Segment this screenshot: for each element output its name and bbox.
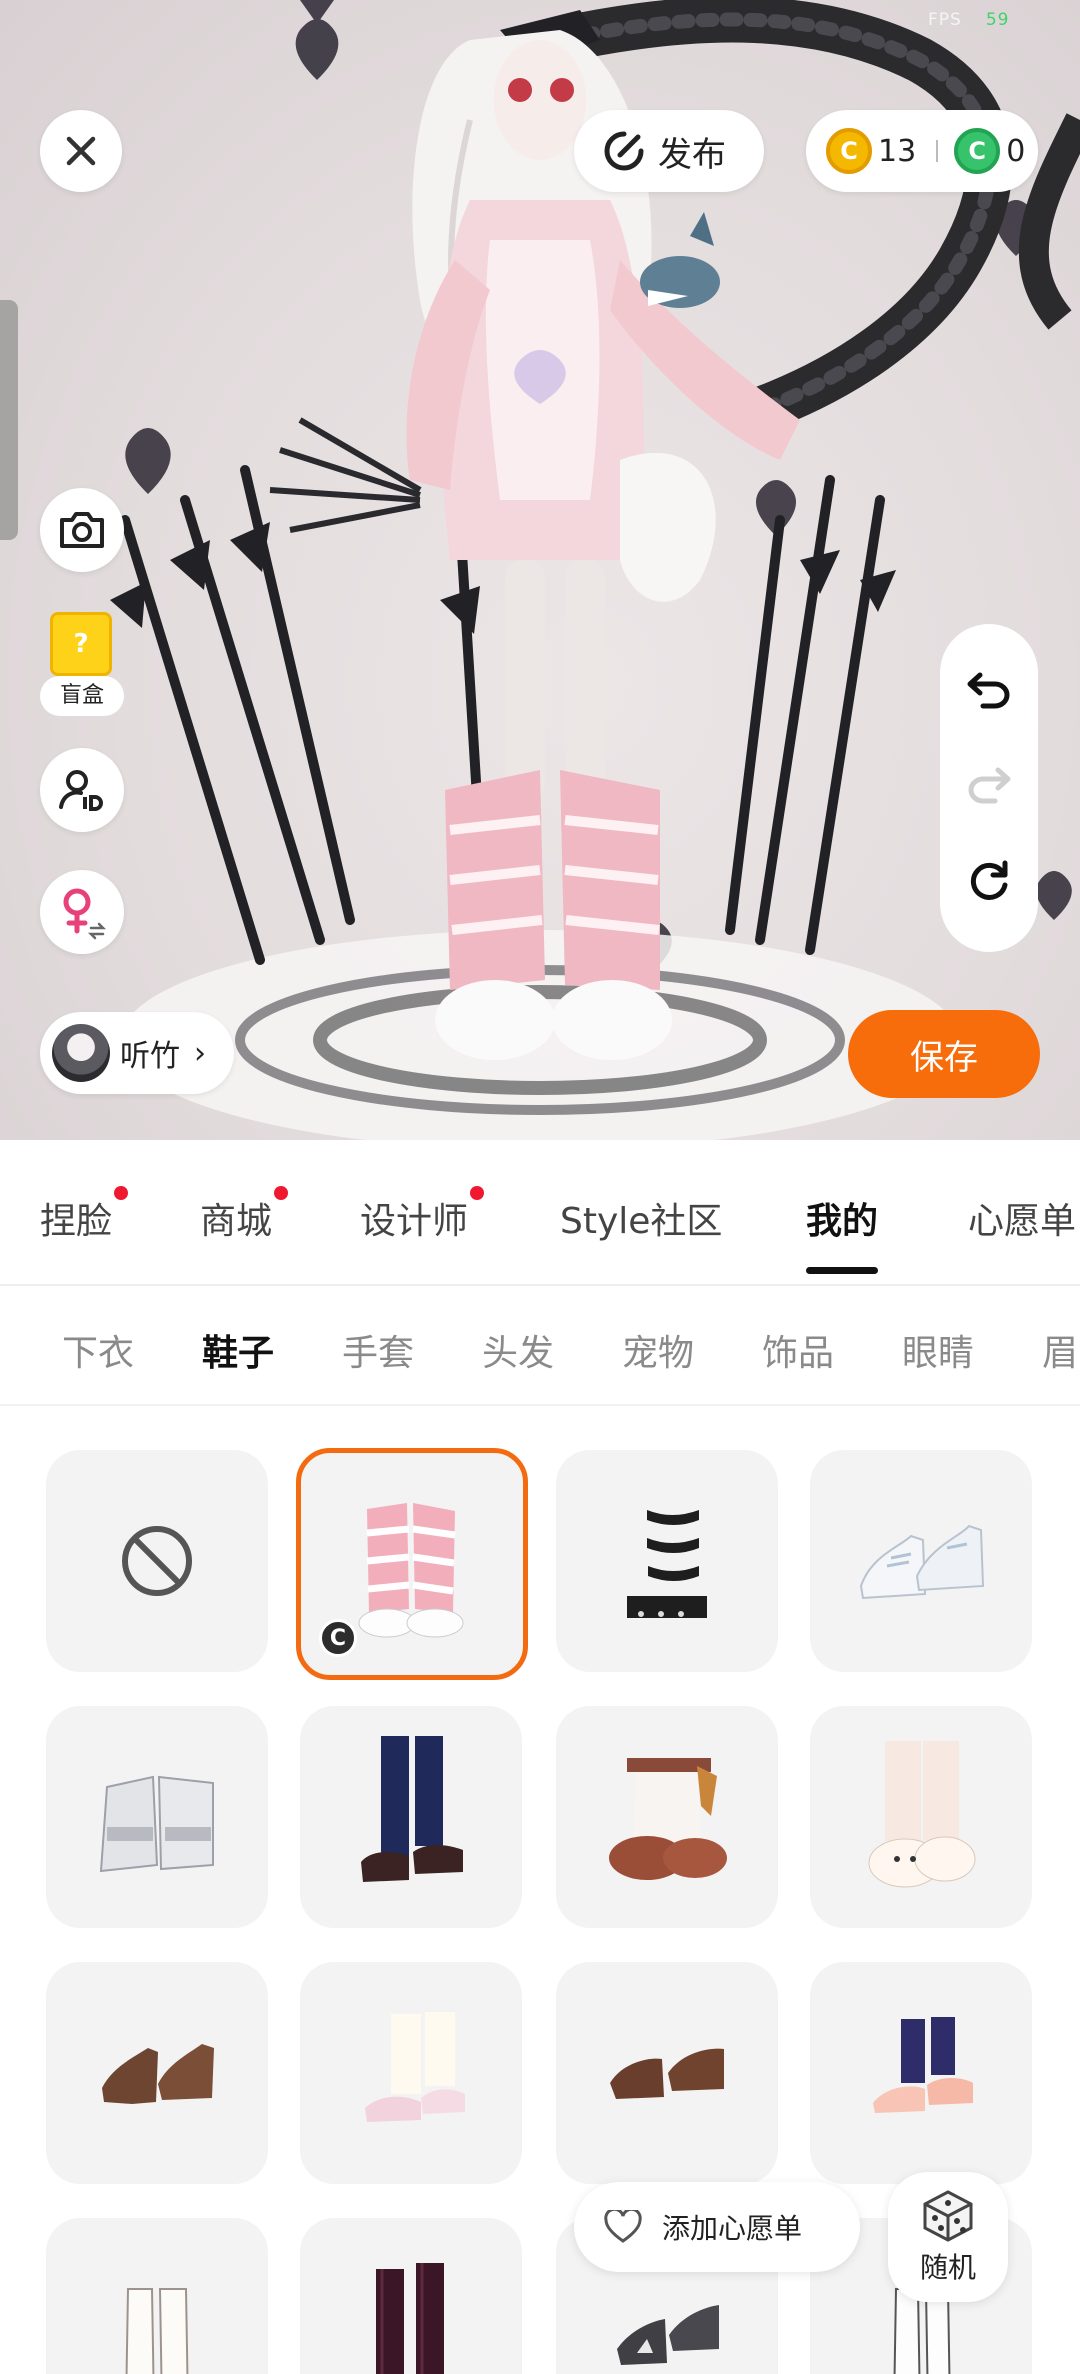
- category-eyes[interactable]: 眼睛: [902, 1324, 974, 1376]
- avatar-viewport[interactable]: FPS 59 发布 C 13 C 0 ? 盲盒 听竹 › 保存: [0, 0, 1080, 1140]
- tab-mall[interactable]: 商城: [200, 1186, 289, 1244]
- burgundy-tall-socks-icon: [376, 2263, 444, 2374]
- tab-mine[interactable]: 我的: [806, 1192, 878, 1274]
- close-button[interactable]: [40, 110, 122, 192]
- main-tab-bar: 捏脸 商城 设计师 Style社区 我的 心愿单: [0, 1140, 1080, 1286]
- none-icon: [122, 1526, 192, 1596]
- avatar-id-button[interactable]: [40, 748, 124, 832]
- navy-socks-sandals-icon: [873, 2017, 973, 2113]
- camera-icon: [60, 512, 104, 548]
- dice-icon: [923, 2190, 973, 2242]
- random-outfit-button[interactable]: 随机: [888, 2172, 1008, 2302]
- tab-wishlist[interactable]: 心愿单: [968, 1192, 1076, 1244]
- user-id-icon: [59, 770, 103, 811]
- item-bunny-slippers[interactable]: [810, 1706, 1032, 1928]
- tab-style-community[interactable]: Style社区: [560, 1192, 722, 1244]
- heart-outline-icon: [604, 2210, 642, 2243]
- item-brown-heels[interactable]: [46, 1962, 268, 2184]
- green-coin-amount: 0: [1006, 133, 1026, 169]
- user-name: 听竹: [120, 1039, 180, 1074]
- female-switch-icon: [63, 888, 107, 940]
- white-tall-boots-icon: [125, 2288, 189, 2374]
- undo-button[interactable]: [966, 669, 1012, 713]
- item-white-socks-pink-shoes[interactable]: [300, 1962, 522, 2184]
- tab-face[interactable]: 捏脸: [40, 1186, 129, 1244]
- fps-counter: FPS 59: [928, 10, 1009, 30]
- category-pets[interactable]: 宠物: [622, 1324, 694, 1376]
- zebra-boots-icon: [627, 1496, 707, 1618]
- white-socks-pink-shoes-icon: [365, 2012, 465, 2122]
- gender-switch-button[interactable]: [40, 870, 124, 954]
- notification-dot: [114, 1186, 129, 1200]
- green-coin-icon: C: [954, 128, 1001, 174]
- item-navy-socks-sandals[interactable]: [810, 1962, 1032, 2184]
- item-none[interactable]: [46, 1450, 268, 1672]
- item-grey-boots[interactable]: [46, 1706, 268, 1928]
- publish-icon: [604, 131, 644, 171]
- publish-button[interactable]: 发布: [574, 110, 764, 192]
- black-heels-icon: [617, 2305, 719, 2365]
- save-button[interactable]: 保存: [848, 1010, 1040, 1098]
- chevron-right-icon: ›: [194, 1035, 206, 1071]
- brown-heels-icon: [102, 2044, 214, 2104]
- side-drawer-handle[interactable]: [0, 300, 18, 540]
- publish-label: 发布: [658, 134, 726, 175]
- blind-box-button[interactable]: ? 盲盒: [40, 612, 124, 716]
- item-white-sneakers[interactable]: [810, 1450, 1032, 1672]
- blind-box-icon: ?: [50, 612, 112, 676]
- grey-boots-icon: [99, 1775, 214, 1873]
- reset-button[interactable]: [967, 859, 1011, 907]
- white-sneakers-icon: [859, 1524, 985, 1600]
- active-tab-indicator: [806, 1267, 878, 1274]
- random-label: 随机: [919, 2251, 976, 2284]
- notification-dot: [274, 1186, 289, 1200]
- pink-striped-boots-icon: [358, 1503, 464, 1638]
- category-accessories[interactable]: 饰品: [762, 1324, 834, 1376]
- currency-divider: [936, 140, 939, 162]
- gold-coin-icon: C: [826, 128, 872, 174]
- category-eyebrows[interactable]: 眉: [1042, 1324, 1078, 1376]
- currency-balance[interactable]: C 13 C 0: [806, 110, 1038, 192]
- item-white-tall-boots[interactable]: [46, 2218, 268, 2374]
- brown-pumps-icon: [610, 2048, 724, 2099]
- fps-value: 59: [985, 10, 1010, 30]
- camera-button[interactable]: [40, 488, 124, 572]
- item-burgundy-tall-socks[interactable]: [300, 2218, 522, 2374]
- category-bottoms[interactable]: 下衣: [62, 1324, 134, 1376]
- notification-dot: [470, 1186, 485, 1200]
- fur-boots-icon: [609, 1758, 727, 1880]
- bunny-slippers-icon: [868, 1741, 976, 1888]
- category-shoes[interactable]: 鞋子: [202, 1324, 274, 1376]
- redo-button[interactable]: [966, 764, 1012, 808]
- history-controls: [940, 624, 1038, 952]
- reset-icon: [970, 860, 1008, 900]
- wishlist-label: 添加心愿单: [662, 2212, 803, 2245]
- item-navy-knee-socks-loafers[interactable]: [300, 1706, 522, 1928]
- item-fur-boots[interactable]: [556, 1706, 778, 1928]
- category-gloves[interactable]: 手套: [342, 1324, 414, 1376]
- avatar: [52, 1024, 110, 1082]
- item-brown-pumps[interactable]: [556, 1962, 778, 2184]
- gold-coin-amount: 13: [878, 133, 917, 169]
- undo-icon: [967, 672, 1010, 709]
- user-profile-pill[interactable]: 听竹 ›: [40, 1012, 234, 1094]
- item-zebra-boots[interactable]: [556, 1450, 778, 1672]
- item-pink-striped-boots[interactable]: C: [296, 1448, 528, 1680]
- add-to-wishlist-button[interactable]: 添加心愿单: [574, 2182, 860, 2272]
- redo-icon: [968, 767, 1011, 804]
- tab-designer[interactable]: 设计师: [360, 1186, 485, 1244]
- close-icon: [66, 136, 96, 166]
- category-tab-bar: 下衣 鞋子 手套 头发 宠物 饰品 眼睛 眉: [0, 1288, 1080, 1406]
- category-hair[interactable]: 头发: [482, 1324, 554, 1376]
- blind-box-label: 盲盒: [40, 676, 124, 716]
- creator-badge: C: [319, 1619, 357, 1657]
- navy-socks-loafers-icon: [361, 1736, 463, 1882]
- fps-label: FPS: [928, 10, 962, 30]
